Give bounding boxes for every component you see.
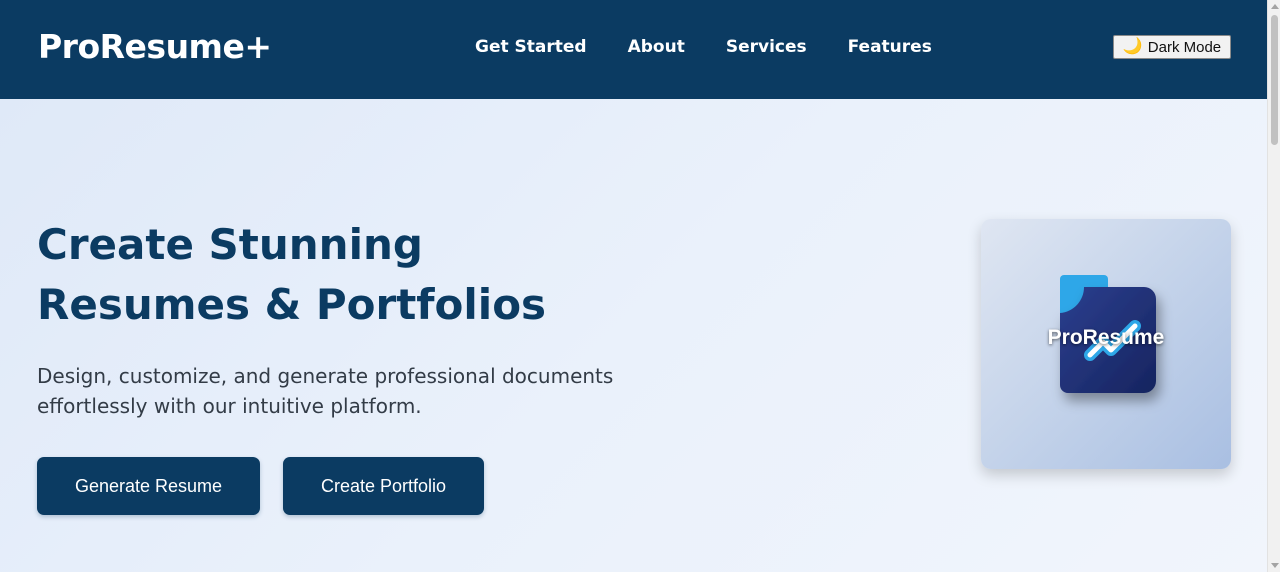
navbar: ProResume+ Get Started About Services Fe… <box>0 0 1267 99</box>
scroll-down-arrow-icon[interactable] <box>1271 563 1279 568</box>
moon-icon: 🌙 <box>1122 38 1143 55</box>
generate-resume-button[interactable]: Generate Resume <box>37 457 260 515</box>
hero-subtitle: Design, customize, and generate professi… <box>37 364 614 418</box>
nav-link-get-started[interactable]: Get Started <box>475 37 587 57</box>
nav-link-services[interactable]: Services <box>726 37 807 57</box>
hero-section: Create Stunning Resumes & Portfolios Des… <box>0 99 1267 572</box>
page-scrollbar[interactable] <box>1267 0 1280 572</box>
scroll-up-arrow-icon[interactable] <box>1271 4 1279 9</box>
image-logo-text: ProResume <box>1047 326 1165 349</box>
hero-title: Create Stunning Resumes & Portfolios <box>37 220 547 329</box>
scrollbar-thumb[interactable] <box>1271 15 1278 145</box>
nav-link-features[interactable]: Features <box>848 37 932 57</box>
main-nav: Get Started About Services Features <box>475 37 973 57</box>
nav-link-about[interactable]: About <box>628 37 685 57</box>
dark-mode-toggle-button[interactable]: 🌙 Dark Mode <box>1113 35 1231 59</box>
create-portfolio-button[interactable]: Create Portfolio <box>283 457 484 515</box>
hero-logo-image: ProResume <box>981 219 1231 469</box>
site-logo[interactable]: ProResume+ <box>38 27 272 66</box>
dark-mode-label: Dark Mode <box>1147 38 1222 56</box>
